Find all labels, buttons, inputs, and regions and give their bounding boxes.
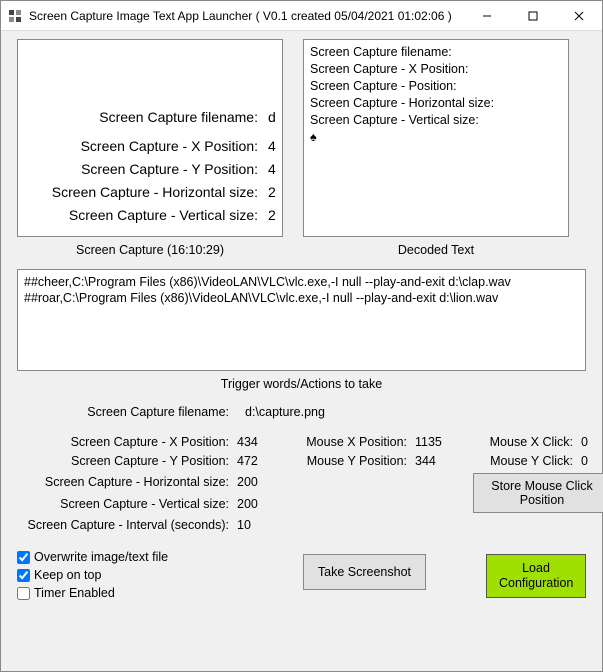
- setting-label: Screen Capture - Vertical size:: [17, 497, 229, 511]
- setting-label: Mouse X Click:: [473, 435, 573, 449]
- keep-on-top-checkbox[interactable]: Keep on top: [17, 568, 168, 582]
- decoded-line: Screen Capture - Horizontal size:: [310, 95, 562, 112]
- setting-label: Mouse Y Position:: [295, 454, 407, 468]
- setting-value: 1135: [415, 435, 465, 449]
- window-title: Screen Capture Image Text App Launcher (…: [29, 9, 464, 23]
- trigger-words-box[interactable]: ##cheer,C:\Program Files (x86)\VideoLAN\…: [17, 269, 586, 371]
- setting-value: 200: [237, 475, 287, 489]
- trigger-line: ##roar,C:\Program Files (x86)\VideoLAN\V…: [24, 290, 579, 306]
- setting-value: 200: [237, 497, 287, 511]
- preview-label: Screen Capture - Vertical size:: [69, 204, 258, 227]
- decoded-line: ♠: [310, 129, 562, 146]
- setting-value: 0: [581, 454, 603, 468]
- preview-label: Screen Capture - Horizontal size:: [52, 181, 258, 204]
- preview-val: 2: [268, 204, 278, 227]
- setting-label: Screen Capture - Y Position:: [17, 454, 229, 468]
- timer-enabled-checkbox[interactable]: Timer Enabled: [17, 586, 168, 600]
- decoded-line: Screen Capture - Position:: [310, 78, 562, 95]
- settings-grid: Screen Capture - X Position: 434 Mouse X…: [17, 435, 586, 532]
- screen-capture-preview: Screen Capture filename: d Screen Capture…: [17, 39, 283, 237]
- trigger-caption: Trigger words/Actions to take: [17, 377, 586, 391]
- setting-value: 344: [415, 454, 465, 468]
- trigger-line: ##cheer,C:\Program Files (x86)\VideoLAN\…: [24, 274, 579, 290]
- preview-val: d: [268, 106, 278, 129]
- setting-value: 10: [237, 518, 287, 532]
- close-button[interactable]: [556, 1, 602, 31]
- filename-value: d:\capture.png: [245, 405, 325, 419]
- overwrite-checkbox-input[interactable]: [17, 551, 30, 564]
- preview-val: 4: [268, 135, 278, 158]
- decoded-line: Screen Capture - X Position:: [310, 61, 562, 78]
- take-screenshot-button[interactable]: Take Screenshot: [303, 554, 426, 590]
- titlebar: Screen Capture Image Text App Launcher (…: [1, 1, 602, 31]
- keep-on-top-checkbox-input[interactable]: [17, 569, 30, 582]
- preview-val: 4: [268, 158, 278, 181]
- preview-label: Screen Capture filename:: [99, 106, 258, 129]
- store-mouse-click-button[interactable]: Store Mouse Click Position: [473, 473, 603, 513]
- client-area: Screen Capture filename: d Screen Capture…: [1, 31, 602, 671]
- decoded-text-box: Screen Capture filename: Screen Capture …: [303, 39, 569, 237]
- setting-label: Mouse X Position:: [295, 435, 407, 449]
- setting-label: Screen Capture - Horizontal size:: [17, 475, 229, 489]
- setting-value: 0: [581, 435, 603, 449]
- app-icon: [7, 8, 23, 24]
- decoded-line: Screen Capture - Vertical size:: [310, 112, 562, 129]
- setting-label: Screen Capture - X Position:: [17, 435, 229, 449]
- setting-value: 472: [237, 454, 287, 468]
- timer-enabled-checkbox-input[interactable]: [17, 587, 30, 600]
- app-window: Screen Capture Image Text App Launcher (…: [0, 0, 603, 672]
- setting-label: Mouse Y Click:: [473, 454, 573, 468]
- checkbox-group: Overwrite image/text file Keep on top Ti…: [17, 550, 168, 600]
- maximize-button[interactable]: [510, 1, 556, 31]
- preview-label: Screen Capture - X Position:: [81, 135, 258, 158]
- setting-label: Screen Capture - Interval (seconds):: [17, 518, 229, 532]
- decoded-line: Screen Capture filename:: [310, 44, 562, 61]
- preview-val: 2: [268, 181, 278, 204]
- minimize-button[interactable]: [464, 1, 510, 31]
- setting-value: 434: [237, 435, 287, 449]
- load-configuration-button[interactable]: Load Configuration: [486, 554, 586, 598]
- decoded-caption: Decoded Text: [303, 243, 569, 257]
- overwrite-checkbox[interactable]: Overwrite image/text file: [17, 550, 168, 564]
- capture-caption: Screen Capture (16:10:29): [17, 243, 283, 257]
- filename-label: Screen Capture filename:: [17, 405, 229, 419]
- preview-label: Screen Capture - Y Position:: [81, 158, 258, 181]
